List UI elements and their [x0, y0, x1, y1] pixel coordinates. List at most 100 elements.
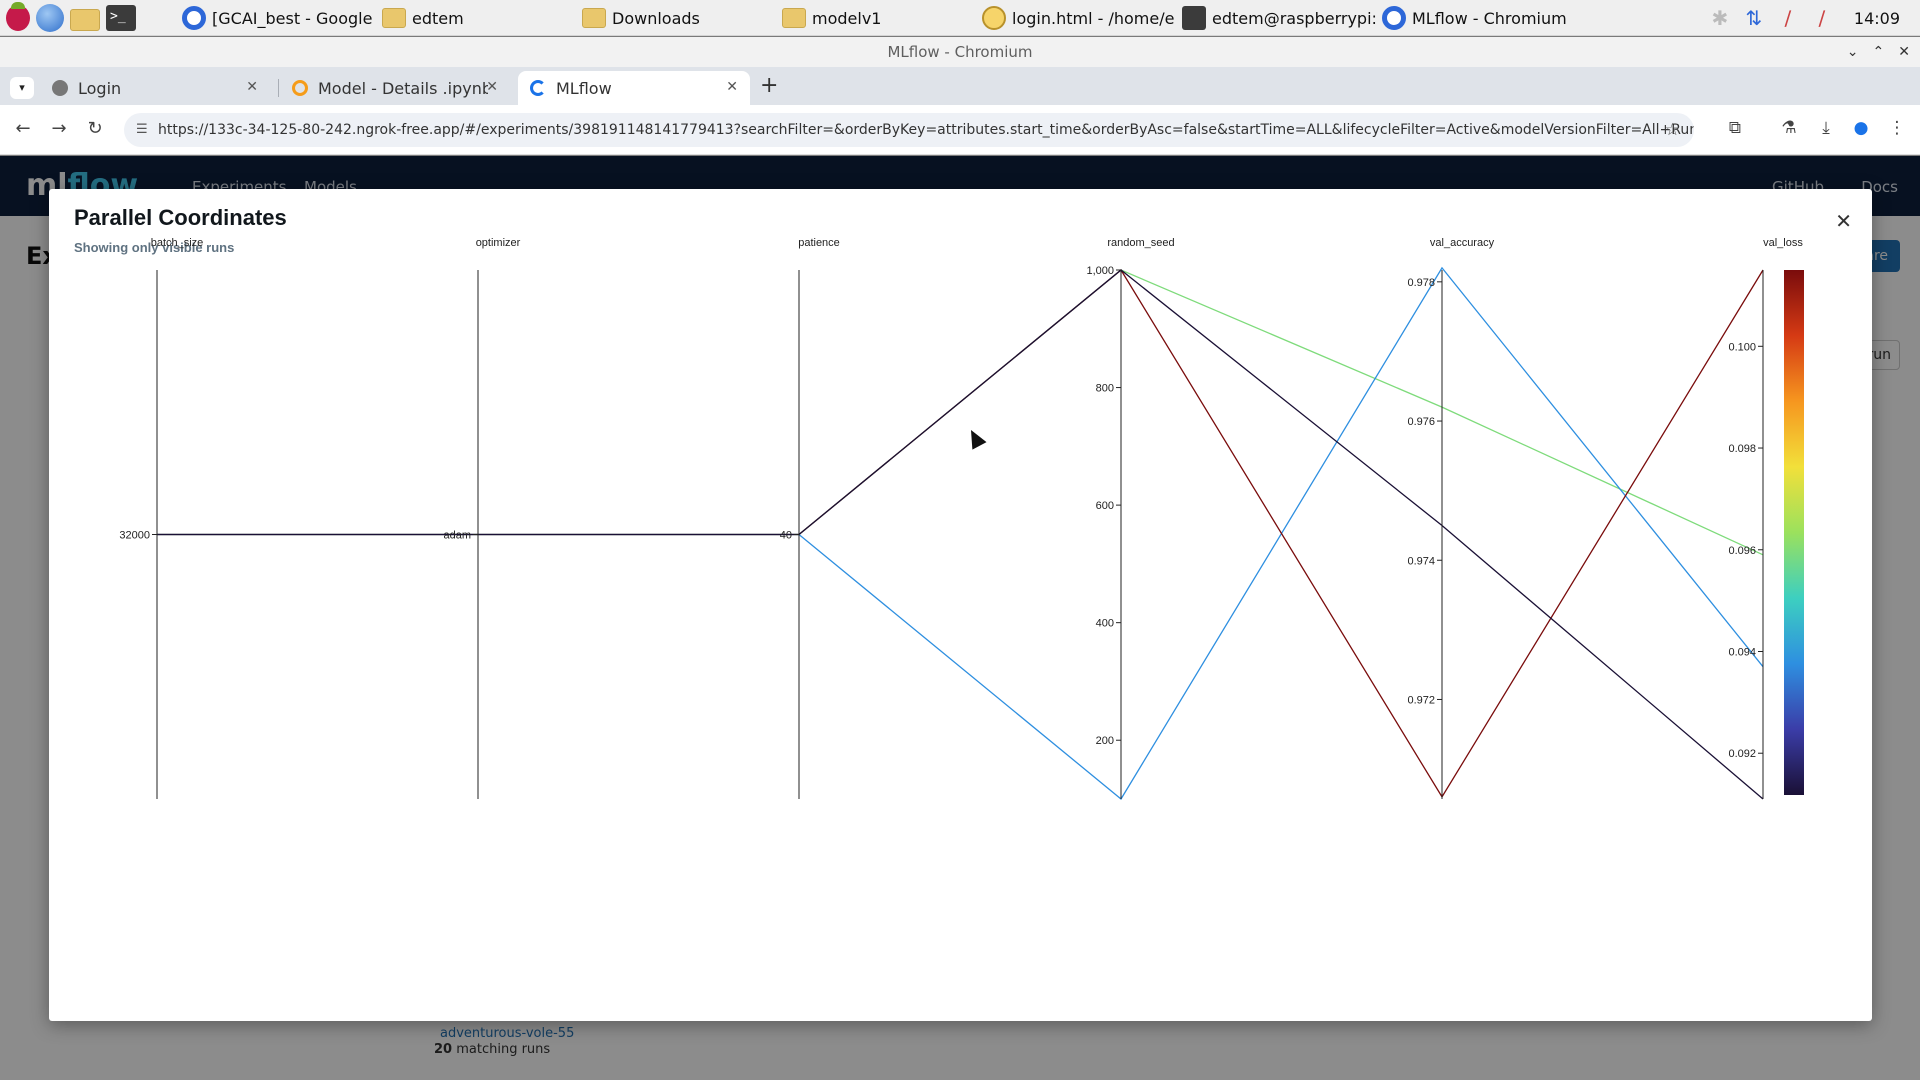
- axis-title-patience[interactable]: patience: [798, 237, 840, 249]
- close-tab-icon[interactable]: ✕: [486, 79, 498, 95]
- tick-label: 32000: [119, 530, 150, 542]
- raspberry-menu-icon[interactable]: [6, 1, 30, 31]
- tab-label: Model - Details .ipynb -: [318, 78, 488, 98]
- chrome-icon: [1382, 6, 1406, 30]
- axis-title-random-seed[interactable]: random_seed: [1107, 237, 1174, 249]
- tab-login[interactable]: Login ✕: [40, 71, 270, 105]
- tick-label: 0.098: [1728, 443, 1756, 455]
- microphone-muted-icon[interactable]: ∕: [1778, 7, 1798, 29]
- taskbar-window-label: modelv1: [812, 8, 882, 28]
- tick-label: 40: [780, 530, 792, 542]
- axis-random-seed: random_seed 1,000 800 600 400 200: [1086, 237, 1175, 799]
- web-browser-icon[interactable]: [36, 3, 64, 32]
- taskbar-window-gcai[interactable]: [GCAI_best - Google ...: [176, 0, 376, 36]
- bookmark-star-icon[interactable]: ☆: [1665, 113, 1680, 147]
- axis-title-val-loss[interactable]: val_loss: [1763, 237, 1803, 249]
- clock[interactable]: 14:09: [1854, 9, 1900, 28]
- tick-label: 0.094: [1728, 646, 1756, 658]
- tab-strip: ▾ Login ✕ Model - Details .ipynb - ✕ MLf…: [0, 67, 1920, 105]
- taskbar-window-label: [GCAI_best - Google ...: [212, 8, 376, 28]
- taskbar-window-modelv1[interactable]: modelv1: [776, 0, 976, 36]
- parallel-coordinates-modal: Parallel Coordinates Showing only visibl…: [49, 189, 1872, 1021]
- taskbar-window-label: login.html - /home/e...: [1012, 8, 1176, 28]
- labs-flask-icon[interactable]: ⚗: [1778, 118, 1800, 138]
- extensions-icon[interactable]: ⧉: [1724, 118, 1746, 138]
- volume-muted-icon[interactable]: ∕: [1812, 7, 1832, 29]
- downloads-icon[interactable]: ⤓: [1815, 118, 1837, 138]
- new-tab-button[interactable]: +: [760, 73, 778, 98]
- folder-icon: [582, 8, 606, 28]
- network-icon[interactable]: ⇅: [1744, 7, 1764, 29]
- run-line-3[interactable]: [157, 269, 1764, 799]
- tick-label: 0.976: [1407, 416, 1435, 428]
- tick-label: 800: [1096, 383, 1114, 395]
- tab-mlflow[interactable]: MLflow ✕: [518, 71, 750, 105]
- os-taskbar: >_ [GCAI_best - Google ... edtem Downloa…: [0, 0, 1920, 36]
- window-controls: ⌄ ⌃ ✕: [1847, 37, 1910, 67]
- taskbar-window-login-html[interactable]: login.html - /home/e...: [976, 0, 1176, 36]
- tick-label: 0.978: [1407, 277, 1435, 289]
- taskbar-window-edtem[interactable]: edtem: [376, 0, 576, 36]
- colorbar: [1784, 270, 1804, 795]
- tick-label: 200: [1096, 735, 1114, 747]
- file-manager-icon[interactable]: [70, 8, 100, 31]
- axis-title-optimizer[interactable]: optimizer: [476, 237, 521, 249]
- reload-icon[interactable]: ↻: [84, 118, 106, 139]
- close-tab-icon[interactable]: ✕: [726, 79, 738, 95]
- tab-label: MLflow: [556, 78, 612, 98]
- run-line-4[interactable]: [157, 269, 1764, 800]
- back-icon[interactable]: ←: [12, 118, 34, 139]
- close-tab-icon[interactable]: ✕: [246, 79, 258, 95]
- bluetooth-icon[interactable]: ✱: [1710, 7, 1730, 29]
- axis-optimizer: optimizer adam: [443, 237, 521, 799]
- forward-icon[interactable]: →: [48, 118, 70, 139]
- address-bar[interactable]: ☰ https://133c-34-125-80-242.ngrok-free.…: [124, 113, 1694, 147]
- launcher-group: >_: [0, 1, 136, 32]
- tab-search-dropdown-icon[interactable]: ▾: [10, 77, 34, 99]
- taskbar-window-label: Downloads: [612, 8, 700, 28]
- tick-label: 1,000: [1086, 265, 1114, 277]
- maximize-icon[interactable]: ⌃: [1873, 37, 1885, 67]
- url-text: https://133c-34-125-80-242.ngrok-free.ap…: [158, 122, 1694, 138]
- terminal-icon: [1182, 6, 1206, 30]
- axis-patience: patience 40: [780, 237, 840, 799]
- tick-label: 400: [1096, 618, 1114, 630]
- folder-icon: [382, 8, 406, 28]
- axis-title-batch-size[interactable]: batch_size: [151, 237, 204, 249]
- chrome-icon: [182, 6, 206, 30]
- folder-icon: [782, 8, 806, 28]
- window-titlebar: MLflow - Chromium ⌄ ⌃ ✕: [0, 37, 1920, 67]
- taskbar-window-terminal[interactable]: edtem@raspberrypi: ...: [1176, 0, 1376, 36]
- tick-label: 0.972: [1407, 694, 1435, 706]
- tick-label: 0.096: [1728, 545, 1756, 557]
- taskbar-window-mlflow[interactable]: MLflow - Chromium: [1376, 0, 1576, 36]
- taskbar-window-label: edtem@raspberrypi: ...: [1212, 8, 1376, 28]
- axes: batch_size 32000 optimizer adam patience 40 ra…: [119, 237, 1803, 799]
- taskbar-window-label: edtem: [412, 8, 464, 28]
- tick-label: 0.092: [1728, 748, 1756, 760]
- tick-label: 0.100: [1728, 341, 1756, 353]
- parallel-coordinates-chart: batch_size 32000 optimizer adam patience 40 ra…: [119, 237, 1804, 800]
- minimize-icon[interactable]: ⌄: [1847, 37, 1859, 67]
- globe-icon: [52, 80, 68, 96]
- terminal-icon[interactable]: >_: [106, 4, 136, 31]
- taskbar-window-downloads[interactable]: Downloads: [576, 0, 776, 36]
- tab-separator: [278, 79, 279, 97]
- profile-avatar-icon[interactable]: ●: [1850, 118, 1872, 138]
- menu-kebab-icon[interactable]: ⋮: [1886, 118, 1908, 138]
- close-window-icon[interactable]: ✕: [1898, 37, 1910, 67]
- tick-label: 600: [1096, 500, 1114, 512]
- run-line-2[interactable]: [157, 266, 1764, 800]
- tick-label: adam: [443, 530, 471, 542]
- site-info-icon[interactable]: ☰: [136, 113, 148, 147]
- tab-label: Login: [78, 78, 122, 98]
- colorbar-gradient: [1784, 270, 1804, 795]
- browser-toolbar: ← → ↻ ☰ https://133c-34-125-80-242.ngrok…: [0, 105, 1920, 155]
- run-line-1[interactable]: [157, 269, 1764, 556]
- loading-icon: [530, 80, 546, 96]
- system-tray: ✱ ⇅ ∕ ∕ 14:09: [1710, 0, 1920, 36]
- axis-title-val-accuracy[interactable]: val_accuracy: [1430, 237, 1495, 249]
- taskbar-window-label: MLflow - Chromium: [1412, 8, 1567, 28]
- tab-model-details[interactable]: Model - Details .ipynb - ✕: [280, 71, 510, 105]
- run-lines: [157, 266, 1764, 800]
